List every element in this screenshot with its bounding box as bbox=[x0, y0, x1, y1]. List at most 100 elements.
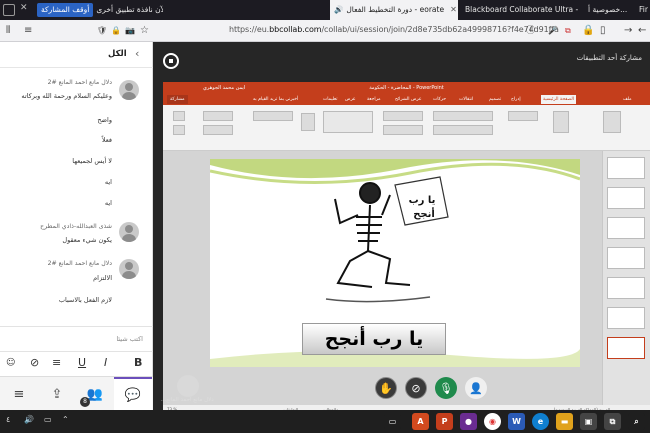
camera-toggle-button[interactable]: ⊘ bbox=[405, 377, 427, 399]
chat-tab-icon[interactable]: 💬 bbox=[114, 377, 152, 411]
slide-thumbnail[interactable] bbox=[607, 277, 645, 299]
star-icon[interactable]: ☆ bbox=[140, 24, 149, 38]
ppt-tab-transitions[interactable]: انتقالات bbox=[459, 95, 473, 104]
ribbon-paste-button[interactable] bbox=[603, 111, 621, 133]
acrobat-icon[interactable]: A bbox=[412, 413, 429, 430]
forward-icon[interactable]: → bbox=[624, 24, 632, 38]
ppt-tab-animations[interactable]: حركات bbox=[433, 95, 446, 104]
firefox-icon[interactable]: ● bbox=[460, 413, 477, 430]
search-icon[interactable]: ⌕ bbox=[628, 413, 645, 430]
site-info-icon[interactable]: ⓘ bbox=[526, 24, 535, 38]
chat-input-placeholder: اكتب شيئا bbox=[116, 335, 143, 343]
close-tab-course-icon[interactable]: ✕ bbox=[450, 0, 457, 20]
slide-canvas: يا رب أنجح يا رب أنجح bbox=[210, 159, 580, 367]
ppt-tab-review[interactable]: مراجعة bbox=[367, 95, 381, 104]
message-text: ايه bbox=[104, 199, 112, 207]
ppt-tab-file[interactable]: ملف bbox=[623, 95, 632, 104]
file-explorer-icon[interactable]: ▬ bbox=[556, 413, 573, 430]
slide-thumbnail[interactable] bbox=[607, 217, 645, 239]
ppt-tab-slideshow[interactable]: عرض الشرائح bbox=[395, 95, 422, 104]
message-text: فعلاً bbox=[101, 136, 112, 144]
settings-icon[interactable]: ≡ bbox=[0, 377, 38, 411]
word-icon[interactable]: W bbox=[508, 413, 525, 430]
store-icon[interactable]: ▣ bbox=[580, 413, 597, 430]
slide-thumbnail[interactable] bbox=[607, 307, 645, 329]
ribbon-button[interactable] bbox=[173, 111, 185, 121]
url-bar[interactable]: https://eu.bbcollab.com/collab/ui/sessio… bbox=[229, 25, 559, 34]
library-icon[interactable]: ⫴ bbox=[6, 24, 10, 38]
tab-privacy[interactable]: خصوصية أ... bbox=[584, 0, 638, 20]
slide-thumbnail[interactable] bbox=[607, 157, 645, 179]
session-menu-icon[interactable] bbox=[163, 53, 179, 69]
ppt-tab-tellme[interactable]: أخبرني بما تريد القيام به bbox=[253, 95, 298, 104]
ribbon-button[interactable] bbox=[508, 111, 538, 121]
ribbon-button[interactable] bbox=[203, 111, 233, 121]
format-italic-button[interactable]: I bbox=[104, 356, 107, 370]
message-text: لا أيس لجميعها bbox=[72, 157, 112, 165]
task-view-icon[interactable]: ⧉ bbox=[604, 413, 621, 430]
volume-icon[interactable]: 🔊 bbox=[24, 415, 34, 424]
ppt-tab-design[interactable]: تصميم bbox=[489, 95, 501, 104]
page-icon[interactable]: ▯ bbox=[600, 24, 606, 38]
participants-icon[interactable]: 👥 8 bbox=[76, 377, 114, 411]
presenter-avatar bbox=[177, 375, 199, 397]
ribbon-button[interactable] bbox=[383, 125, 423, 135]
presenter-tile[interactable]: دلال مانع احمد المانع... bbox=[161, 375, 221, 405]
close-tab-icon[interactable]: ✕ bbox=[20, 3, 28, 13]
lock-secure-icon[interactable]: 🔒 bbox=[582, 24, 594, 38]
format-list-button[interactable]: ≡ bbox=[52, 356, 61, 370]
taskbar-app-icon[interactable]: ▭ bbox=[384, 413, 401, 430]
my-status-button[interactable]: 👤 bbox=[465, 377, 487, 399]
edge-icon[interactable]: e bbox=[532, 413, 549, 430]
ppt-tab-view[interactable]: عرض bbox=[345, 95, 356, 104]
format-clear-button[interactable]: ⊘ bbox=[30, 356, 39, 370]
format-bold-button[interactable]: B bbox=[134, 356, 142, 370]
screen-share-icon[interactable]: ⧉ bbox=[565, 24, 571, 38]
share-content-icon[interactable]: ⇪ bbox=[38, 377, 76, 411]
ribbon-new-slide-button[interactable] bbox=[553, 111, 569, 133]
audio-icon[interactable]: 🔊 bbox=[334, 0, 343, 20]
ribbon-button[interactable] bbox=[383, 111, 423, 121]
ribbon-shapes-gallery[interactable] bbox=[323, 111, 373, 133]
network-icon[interactable]: ▭ bbox=[44, 415, 52, 424]
slide-thumbnail[interactable] bbox=[607, 187, 645, 209]
message-text: وعليكم السلام ورحمة الله وبركاته bbox=[21, 92, 112, 100]
chat-back-icon[interactable]: ‹ bbox=[135, 47, 139, 60]
tab-blackboard[interactable]: Blackboard Collaborate Ultra - ✕ bbox=[458, 0, 584, 20]
ppt-share-button[interactable]: مشاركة bbox=[167, 95, 188, 104]
shield-icon[interactable]: 🛡 bbox=[97, 24, 107, 38]
lock-icon[interactable]: 🔒 bbox=[111, 24, 121, 38]
camera-permission-icon[interactable]: 📷 bbox=[125, 24, 135, 38]
microphone-button[interactable]: 🎙 bbox=[435, 377, 457, 399]
ppt-tab-help[interactable]: تعليمات bbox=[323, 95, 337, 104]
powerpoint-icon[interactable]: P bbox=[436, 413, 453, 430]
tab-privacy-label: خصوصية أ... bbox=[588, 5, 628, 14]
chrome-icon[interactable]: ◉ bbox=[484, 413, 501, 430]
raise-hand-button[interactable]: ✋ bbox=[375, 377, 397, 399]
tab-course[interactable]: 🔊 دورة التخطيط الفعال - eorate ✕ bbox=[330, 0, 458, 20]
ribbon-button[interactable] bbox=[173, 125, 185, 135]
ppt-tab-insert[interactable]: إدراج bbox=[511, 95, 521, 104]
tab-blackboard-label: Blackboard Collaborate Ultra - bbox=[465, 5, 579, 14]
tab-firefox[interactable]: Fir bbox=[638, 0, 650, 20]
slide-thumbnail[interactable] bbox=[607, 247, 645, 269]
tab-list-icon[interactable] bbox=[3, 4, 15, 16]
ribbon-button[interactable] bbox=[203, 125, 233, 135]
back-icon[interactable]: ← bbox=[638, 24, 646, 38]
tab-firefox-label: Fir bbox=[639, 5, 648, 14]
microphone-permission-icon[interactable]: 🎤 bbox=[548, 24, 558, 38]
ppt-tab-home[interactable]: الصفحة الرئيسية bbox=[541, 95, 577, 104]
message-sender: دلال مانع احمد المانع #2 bbox=[47, 260, 112, 267]
menu-icon[interactable]: ≡ bbox=[24, 24, 32, 38]
tab-sharing-notice[interactable]: أوقف المشاركة لُشارك الآن نافذة تطبيق أخ… bbox=[33, 0, 163, 20]
ribbon-button[interactable] bbox=[433, 125, 493, 135]
chat-input[interactable]: اكتب شيئا bbox=[0, 326, 153, 352]
format-underline-button[interactable]: U bbox=[78, 356, 86, 370]
stop-sharing-button[interactable]: أوقف المشاركة bbox=[37, 3, 94, 17]
ribbon-font-box[interactable] bbox=[433, 111, 493, 121]
ribbon-button[interactable] bbox=[253, 111, 293, 121]
slide-thumbnail-selected[interactable] bbox=[607, 337, 645, 359]
tray-chevron-icon[interactable]: ⌃ bbox=[62, 415, 69, 424]
ribbon-button[interactable] bbox=[301, 113, 315, 131]
emoji-icon[interactable]: ☺ bbox=[6, 356, 15, 370]
